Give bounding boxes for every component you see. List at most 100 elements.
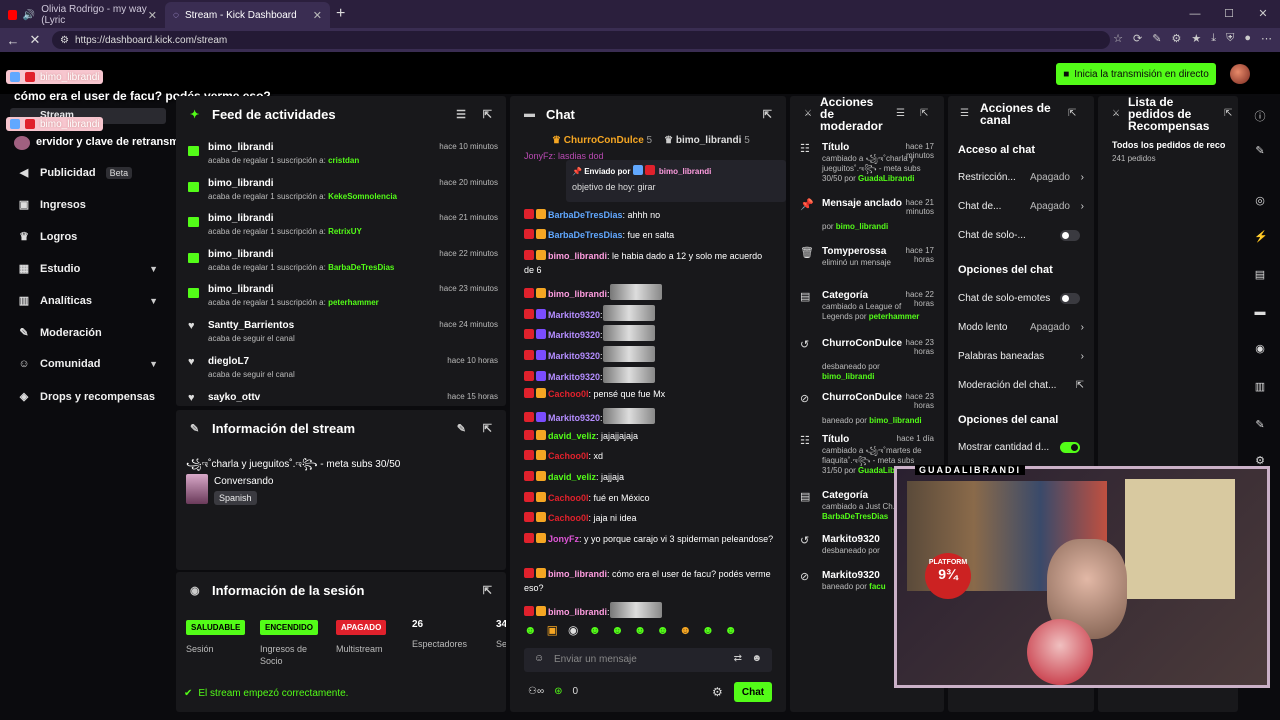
wrench-icon[interactable]: ✎ (1254, 418, 1266, 431)
mod-action-title[interactable]: ChurroConDulce (822, 392, 902, 403)
rewards-all-label[interactable]: Todos los pedidos de reco (1112, 140, 1232, 150)
filter-icon[interactable]: ☰ (456, 108, 466, 121)
pinned-message[interactable]: 📌 Enviado por bimo_librandi objetivo de … (566, 160, 786, 202)
emote-icon[interactable]: ☻ (656, 623, 669, 637)
sidebar-item-logros[interactable]: ♛ Logros (18, 230, 168, 244)
emotes-only-setting[interactable]: Chat de solo-emotes (958, 293, 1084, 304)
site-info-icon[interactable]: ⚙ (60, 35, 69, 46)
close-window-icon[interactable]: ✕ (1246, 0, 1280, 28)
chat-username[interactable]: bimo_librandi (548, 607, 607, 617)
chat-username[interactable]: BarbaDeTresDias (548, 230, 623, 240)
gifter[interactable]: ♛ bimo_librandi 5 (664, 135, 750, 146)
restriction-setting[interactable]: Restricción... Apagado › (958, 172, 1084, 183)
sidebar-item-analiticas[interactable]: ▥ Analíticas ▼ (18, 294, 168, 308)
gifter[interactable]: ♛ ChurroConDulce 5 (552, 135, 652, 146)
feed-user[interactable]: bimo_librandi (208, 178, 274, 189)
chat-de-setting[interactable]: Chat de... Apagado › (958, 201, 1084, 212)
emote-icon[interactable]: ☻ (611, 623, 624, 637)
popout-icon[interactable]: ⇱ (920, 108, 928, 119)
sidebar-item-drops[interactable]: ◈ Drops y recompensas (18, 390, 168, 404)
popout-icon[interactable]: ⇱ (763, 108, 772, 121)
sidebar-item-label[interactable]: ervidor y clave de retransm (36, 136, 179, 148)
emote-icon[interactable]: ☻ (634, 623, 647, 637)
url-field[interactable]: ⚙ https://dashboard.kick.com/stream (52, 31, 1110, 49)
feed-user[interactable]: sayko_ottv (208, 392, 260, 403)
toggle-switch[interactable] (1060, 230, 1080, 241)
layout-icon[interactable]: ▥ (1254, 380, 1266, 393)
toggle-switch[interactable] (1060, 442, 1080, 453)
sidebar-item-comunidad[interactable]: ☺ Comunidad ▼ (18, 358, 168, 370)
maximize-icon[interactable]: ☐ (1212, 0, 1246, 28)
chat-username[interactable]: Cachoo0l (548, 389, 589, 399)
chat-username[interactable]: bimo_librandi (548, 569, 607, 579)
chat-username[interactable]: Markito9320 (548, 372, 600, 382)
emote-icon[interactable]: ☻ (724, 623, 737, 637)
chat-username[interactable]: Markito9320 (548, 413, 600, 423)
mod-action-title[interactable]: ChurroConDulce (822, 338, 902, 349)
popout-icon[interactable]: ⇱ (1224, 108, 1232, 119)
mod-action-title[interactable]: Tomyperossa (822, 246, 886, 257)
favorites-icon[interactable]: ★ (1191, 32, 1201, 45)
feed-user[interactable]: bimo_librandi (208, 284, 274, 295)
back-icon[interactable]: ← (2, 33, 24, 48)
mod-action-title[interactable]: Categoría (822, 290, 868, 301)
send-chat-button[interactable]: Chat (734, 682, 772, 702)
chat-username[interactable]: Markito9320 (548, 310, 600, 320)
filter-icon[interactable]: ☰ (896, 108, 905, 119)
lightning-icon[interactable]: ⚡ (1254, 230, 1268, 243)
new-tab-button[interactable]: + (336, 5, 345, 23)
browser-tab-youtube[interactable]: 🔊 Olivia Rodrigo - my way (Lyric ✕ (0, 2, 165, 28)
chat-username[interactable]: Markito9320 (548, 330, 600, 340)
profile-icon[interactable]: ● (1244, 32, 1251, 45)
show-count-setting[interactable]: Mostrar cantidad d... (958, 442, 1084, 453)
mod-action-title[interactable]: Markito9320 (822, 570, 880, 581)
settings-icon[interactable]: ⚙ (712, 685, 723, 699)
chat-input[interactable]: ☺ Enviar un mensaje ⇄ ☻ (524, 648, 772, 672)
smile-icon[interactable]: ☺ (534, 653, 544, 664)
extension-icon[interactable]: ⟳ (1133, 32, 1142, 45)
emote-icon[interactable]: ▣ (547, 623, 558, 637)
edit-icon[interactable]: ✎ (457, 422, 466, 435)
users-icon[interactable]: ⚇∞ (528, 686, 544, 697)
broadcast-icon[interactable]: ◉ (1254, 342, 1266, 355)
avatar[interactable] (1230, 64, 1250, 84)
toggle-switch[interactable] (1060, 293, 1080, 304)
chat-icon[interactable]: ▬ (1254, 306, 1266, 318)
sidebar-item-moderacion[interactable]: ✎ Moderación (18, 326, 168, 340)
chat-solo-setting[interactable]: Chat de solo-... (958, 230, 1084, 241)
translate-icon[interactable]: ⇄ (734, 653, 742, 664)
reload-icon[interactable]: ✕ (24, 32, 46, 48)
emote-icon[interactable]: ◉ (568, 623, 578, 637)
popout-icon[interactable]: ⇱ (483, 108, 492, 121)
feed-user[interactable]: diegloL7 (208, 356, 249, 367)
emote-icon[interactable]: ☻ (702, 623, 715, 637)
close-tab-icon[interactable]: ✕ (148, 9, 157, 22)
bookmark-icon[interactable]: ☆ (1113, 32, 1123, 45)
go-live-button[interactable]: ■ Inicia la transmisión en directo (1056, 63, 1216, 85)
sidebar-item-ingresos[interactable]: ▣ Ingresos (18, 198, 168, 212)
emote-icon[interactable]: ☻ (588, 623, 601, 637)
chat-username[interactable]: Markito9320 (548, 351, 600, 361)
mod-action-title[interactable]: Mensaje anclado (822, 198, 902, 209)
chat-username[interactable]: JonyFz (548, 534, 579, 544)
mod-action-title[interactable]: Categoría (822, 490, 868, 501)
sidebar-item-estudio[interactable]: ▦ Estudio ▼ (18, 262, 168, 276)
chat-username[interactable]: Cachoo0l (548, 493, 589, 503)
sidebar-item-publicidad[interactable]: ◀ Publicidad Beta (18, 166, 168, 179)
feed-user[interactable]: bimo_librandi (208, 249, 274, 260)
settings-icon[interactable]: ⚙ (1254, 454, 1266, 467)
chat-username[interactable]: Cachoo0l (548, 513, 589, 523)
chat-moderation-setting[interactable]: Moderación del chat... ⇱ (958, 380, 1084, 391)
mod-action-title[interactable]: Título (822, 434, 849, 445)
extension-icon[interactable]: ✎ (1152, 32, 1161, 45)
popout-icon[interactable]: ⇱ (483, 422, 492, 435)
minimize-icon[interactable]: — (1178, 0, 1212, 28)
popout-icon[interactable]: ⇱ (1068, 108, 1076, 119)
feed-user[interactable]: Santty_Barrientos (208, 320, 294, 331)
feed-user[interactable]: bimo_librandi (208, 213, 274, 224)
banned-words-setting[interactable]: Palabras baneadas › (958, 351, 1084, 362)
chat-username[interactable]: Cachoo0l (548, 451, 589, 461)
popout-icon[interactable]: ⇱ (483, 584, 492, 597)
browser-tab-kick[interactable]: ◌ Stream - Kick Dashboard ✕ (165, 2, 330, 28)
chat-username[interactable]: david_veliz (548, 431, 596, 441)
